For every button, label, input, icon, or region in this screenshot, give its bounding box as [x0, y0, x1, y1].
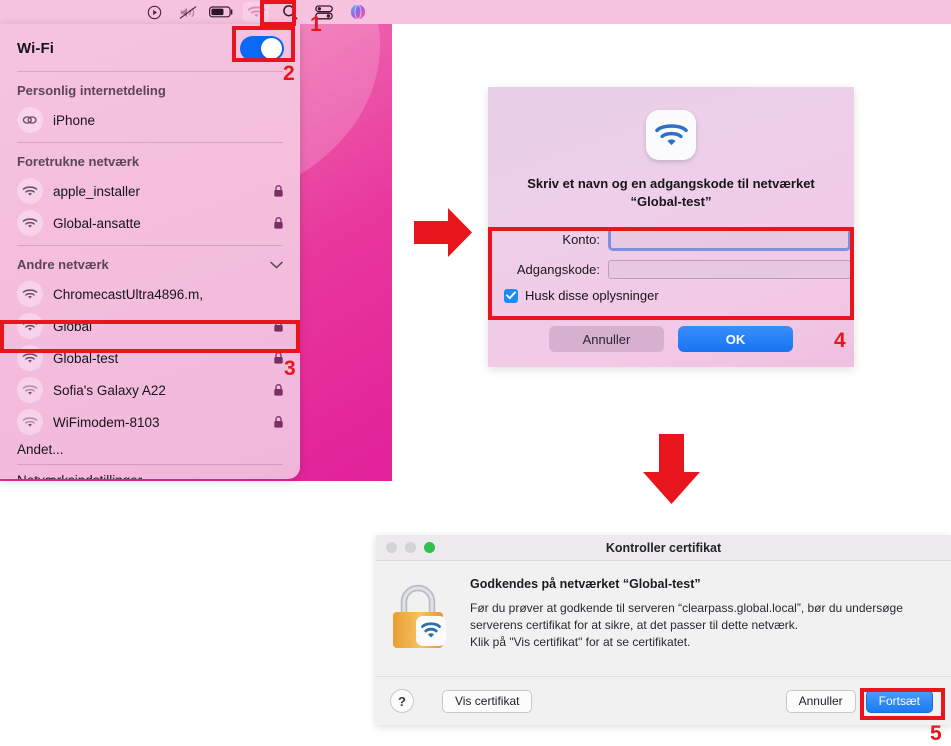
ok-button[interactable]: OK	[678, 326, 793, 352]
cancel-button[interactable]: Annuller	[785, 689, 856, 713]
window-title: Kontroller certifikat	[605, 540, 722, 555]
annotation-number-4: 4	[834, 329, 846, 352]
annotation-number-1: 1	[310, 13, 322, 36]
network-name: Sofia's Galaxy A22	[53, 382, 166, 398]
list-item-iphone-hotspot[interactable]: iPhone	[0, 104, 300, 136]
battery-icon[interactable]	[209, 2, 235, 22]
lock-icon	[273, 184, 285, 198]
network-name: apple_installer	[53, 183, 141, 199]
annotation-box-4	[488, 227, 854, 320]
certificate-body: Godkendes på netværket “Global-test” Før…	[376, 561, 951, 658]
hotspot-group-label: Personlig internetdeling	[0, 72, 300, 104]
preferred-group-label: Foretrukne netværk	[0, 143, 300, 175]
annotation-number-2: 2	[283, 62, 295, 85]
menu-bar	[0, 0, 951, 24]
arrow-down	[640, 432, 703, 512]
network-name: ChromecastUltra4896.m,	[53, 286, 204, 302]
lock-icon	[273, 383, 285, 397]
wifi-menu-title: Wi-Fi	[17, 40, 55, 57]
certificate-body-line3: Klik på "Vis certifikat" for at se certi…	[470, 635, 691, 650]
now-playing-icon[interactable]	[141, 2, 167, 22]
lock-icon	[273, 216, 285, 230]
certificate-text: Godkendes på netværket “Global-test” Før…	[462, 577, 933, 658]
annotation-box-3	[0, 320, 300, 353]
network-name: iPhone	[53, 112, 96, 128]
help-button[interactable]: ?	[390, 689, 414, 713]
list-item-apple-installer[interactable]: apple_installer	[0, 175, 300, 207]
dialog-title: Skriv et navn og en adgangskode til netv…	[512, 175, 830, 210]
cancel-button[interactable]: Annuller	[549, 326, 664, 352]
annotation-number-5: 5	[930, 722, 942, 745]
lock-wifi-icon	[388, 577, 462, 658]
hotspot-link-icon	[17, 107, 43, 133]
wifi-menu-panel: Wi-Fi Personlig internetdeling iPhone Fo…	[0, 24, 300, 479]
other-group-text: Andre netværk	[17, 257, 109, 272]
list-item-global-ansatte[interactable]: Global-ansatte	[0, 207, 300, 239]
screenshot-root: Wi-Fi Personlig internetdeling iPhone Fo…	[0, 0, 951, 746]
lock-icon	[273, 415, 285, 429]
preferred-group-text: Foretrukne netværk	[17, 154, 140, 169]
wifi-icon	[17, 281, 43, 307]
network-name: WiFimodem-8103	[53, 414, 160, 430]
list-item-chromecast[interactable]: ChromecastUltra4896.m,	[0, 278, 300, 310]
chevron-down-icon[interactable]	[270, 257, 283, 272]
other-group-label[interactable]: Andre netværk	[0, 246, 300, 278]
list-item-sofias-galaxy[interactable]: Sofia's Galaxy A22	[0, 374, 300, 406]
dialog-title-line1: Skriv et navn og en adgangskode til netv…	[527, 176, 815, 191]
network-name: Global-ansatte	[53, 215, 141, 231]
certificate-heading: Godkendes på netværket “Global-test”	[470, 577, 701, 591]
certificate-body-line1: Før du prøver at godkende til serveren “…	[470, 601, 903, 615]
wifi-icon	[17, 377, 43, 403]
volume-muted-icon[interactable]	[175, 2, 201, 22]
certificate-body-line2: serverens certifikat for at sikre, at de…	[470, 618, 799, 633]
menu-item-other[interactable]: Andet...	[0, 438, 300, 464]
annotation-box-1	[260, 0, 296, 26]
wifi-icon	[17, 210, 43, 236]
dialog-title-line2: “Global-test”	[630, 193, 712, 209]
wifi-icon	[17, 178, 43, 204]
wifi-icon	[17, 409, 43, 435]
window-title-bar: Kontroller certifikat	[376, 535, 951, 561]
hotspot-group-text: Personlig internetdeling	[17, 83, 166, 98]
menu-item-network-settings[interactable]: Netværksindstillinger...	[0, 465, 300, 479]
annotation-box-5	[860, 688, 945, 720]
annotation-number-3: 3	[284, 357, 296, 380]
wifi-app-icon	[646, 110, 696, 160]
dialog-buttons: Annuller OK	[488, 326, 854, 352]
arrow-right	[412, 205, 474, 265]
annotation-box-2	[232, 26, 295, 62]
list-item-wifimodem[interactable]: WiFimodem-8103	[0, 406, 300, 438]
siri-icon[interactable]	[345, 2, 371, 22]
show-certificate-button[interactable]: Vis certifikat	[442, 689, 533, 713]
